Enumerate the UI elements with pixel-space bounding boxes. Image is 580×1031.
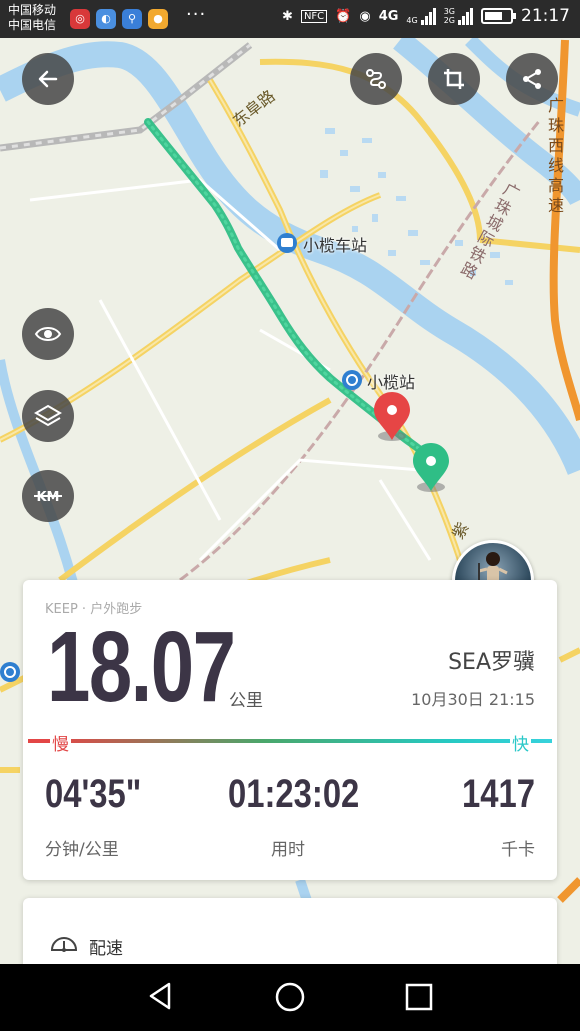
signal-1-icon: 4G — [406, 7, 436, 25]
network-2g-label: 2G — [443, 16, 455, 25]
speedometer-icon — [50, 937, 78, 952]
bus-station-icon — [277, 233, 297, 253]
weibo-icon: ◎ — [70, 9, 90, 29]
system-nav-bar — [0, 964, 580, 1031]
back-arrow-icon — [38, 70, 58, 88]
run-summary-card[interactable]: KEEP · 户外跑步 18.07 公里 SEA罗骥 10月30日 21:15 … — [23, 580, 557, 880]
carrier-2: 中国电信 — [8, 18, 57, 32]
rail-station-label: 小榄站 — [367, 373, 416, 392]
distance-unit: 公里 — [229, 691, 263, 711]
pace-section-title: 配速 — [89, 939, 123, 959]
calories-value: 1417 — [462, 772, 535, 816]
alarm-icon: ⏰ — [335, 8, 352, 24]
pace-label: 分钟/公里 — [45, 840, 119, 860]
km-label: KM — [36, 490, 59, 505]
nav-recents-icon[interactable] — [404, 982, 434, 1012]
crop-icon — [444, 69, 464, 89]
nav-back-icon[interactable] — [145, 980, 177, 1012]
visibility-toggle-button[interactable] — [22, 308, 74, 360]
nav-home-icon[interactable] — [273, 980, 307, 1014]
layers-icon — [34, 404, 62, 427]
pace-gradient-bar — [28, 739, 552, 743]
browser-icon: ◐ — [96, 9, 116, 29]
system-indicators: ✱ NFC ⏰ ◉ 4G 4G 3G 2G 21:17 — [282, 6, 570, 26]
pace-value: 04'35" — [45, 772, 142, 816]
share-icon — [523, 69, 541, 89]
crop-button[interactable] — [428, 53, 480, 105]
expressway-label: 广珠西线高速 — [548, 96, 565, 215]
share-button[interactable] — [506, 53, 558, 105]
chrome-icon: ● — [148, 9, 168, 29]
km-off-icon: KM — [34, 490, 62, 505]
status-bar: 中国移动 中国电信 ◎ ◐ ⚲ ● ··· ✱ NFC ⏰ ◉ 4G 4G 3G… — [0, 0, 580, 38]
route-icon — [366, 69, 386, 89]
network-3g-label: 3G — [443, 7, 455, 16]
calories-label: 千卡 — [501, 840, 535, 860]
pace-fast-label: 快 — [510, 730, 531, 755]
route-button[interactable] — [350, 53, 402, 105]
pace-slow-label: 慢 — [50, 730, 71, 755]
bus-station-label: 小榄车站 — [303, 236, 368, 255]
run-date: 10月30日 21:15 — [411, 690, 535, 709]
eye-comfort-icon: ◉ — [359, 8, 371, 24]
nfc-icon: NFC — [300, 9, 328, 23]
carrier-1: 中国移动 — [8, 3, 57, 17]
battery-icon — [481, 8, 516, 24]
network-small-label: 4G — [406, 15, 418, 25]
back-button[interactable] — [22, 53, 74, 105]
layers-button[interactable] — [22, 390, 74, 442]
notification-icons: ◎ ◐ ⚲ ● — [70, 9, 168, 29]
more-notifications-icon: ··· — [186, 4, 207, 25]
eye-icon — [34, 327, 62, 341]
duration-label: 用时 — [271, 840, 305, 860]
user-name: SEA罗骥 — [448, 650, 535, 675]
clock: 21:17 — [521, 6, 570, 26]
duration-value: 01:23:02 — [228, 772, 360, 816]
carrier-info: 中国移动 中国电信 — [8, 3, 56, 33]
map-icon: ⚲ — [122, 9, 142, 29]
left-edge-station-icon — [0, 662, 20, 682]
network-4g-label: 4G — [378, 8, 399, 24]
rail-station-icon — [342, 370, 362, 390]
distance-value: 18.07 — [47, 611, 236, 723]
km-toggle-button[interactable]: KM — [22, 470, 74, 522]
signal-2-icon: 3G 2G — [444, 7, 473, 25]
bluetooth-icon: ✱ — [282, 8, 293, 24]
